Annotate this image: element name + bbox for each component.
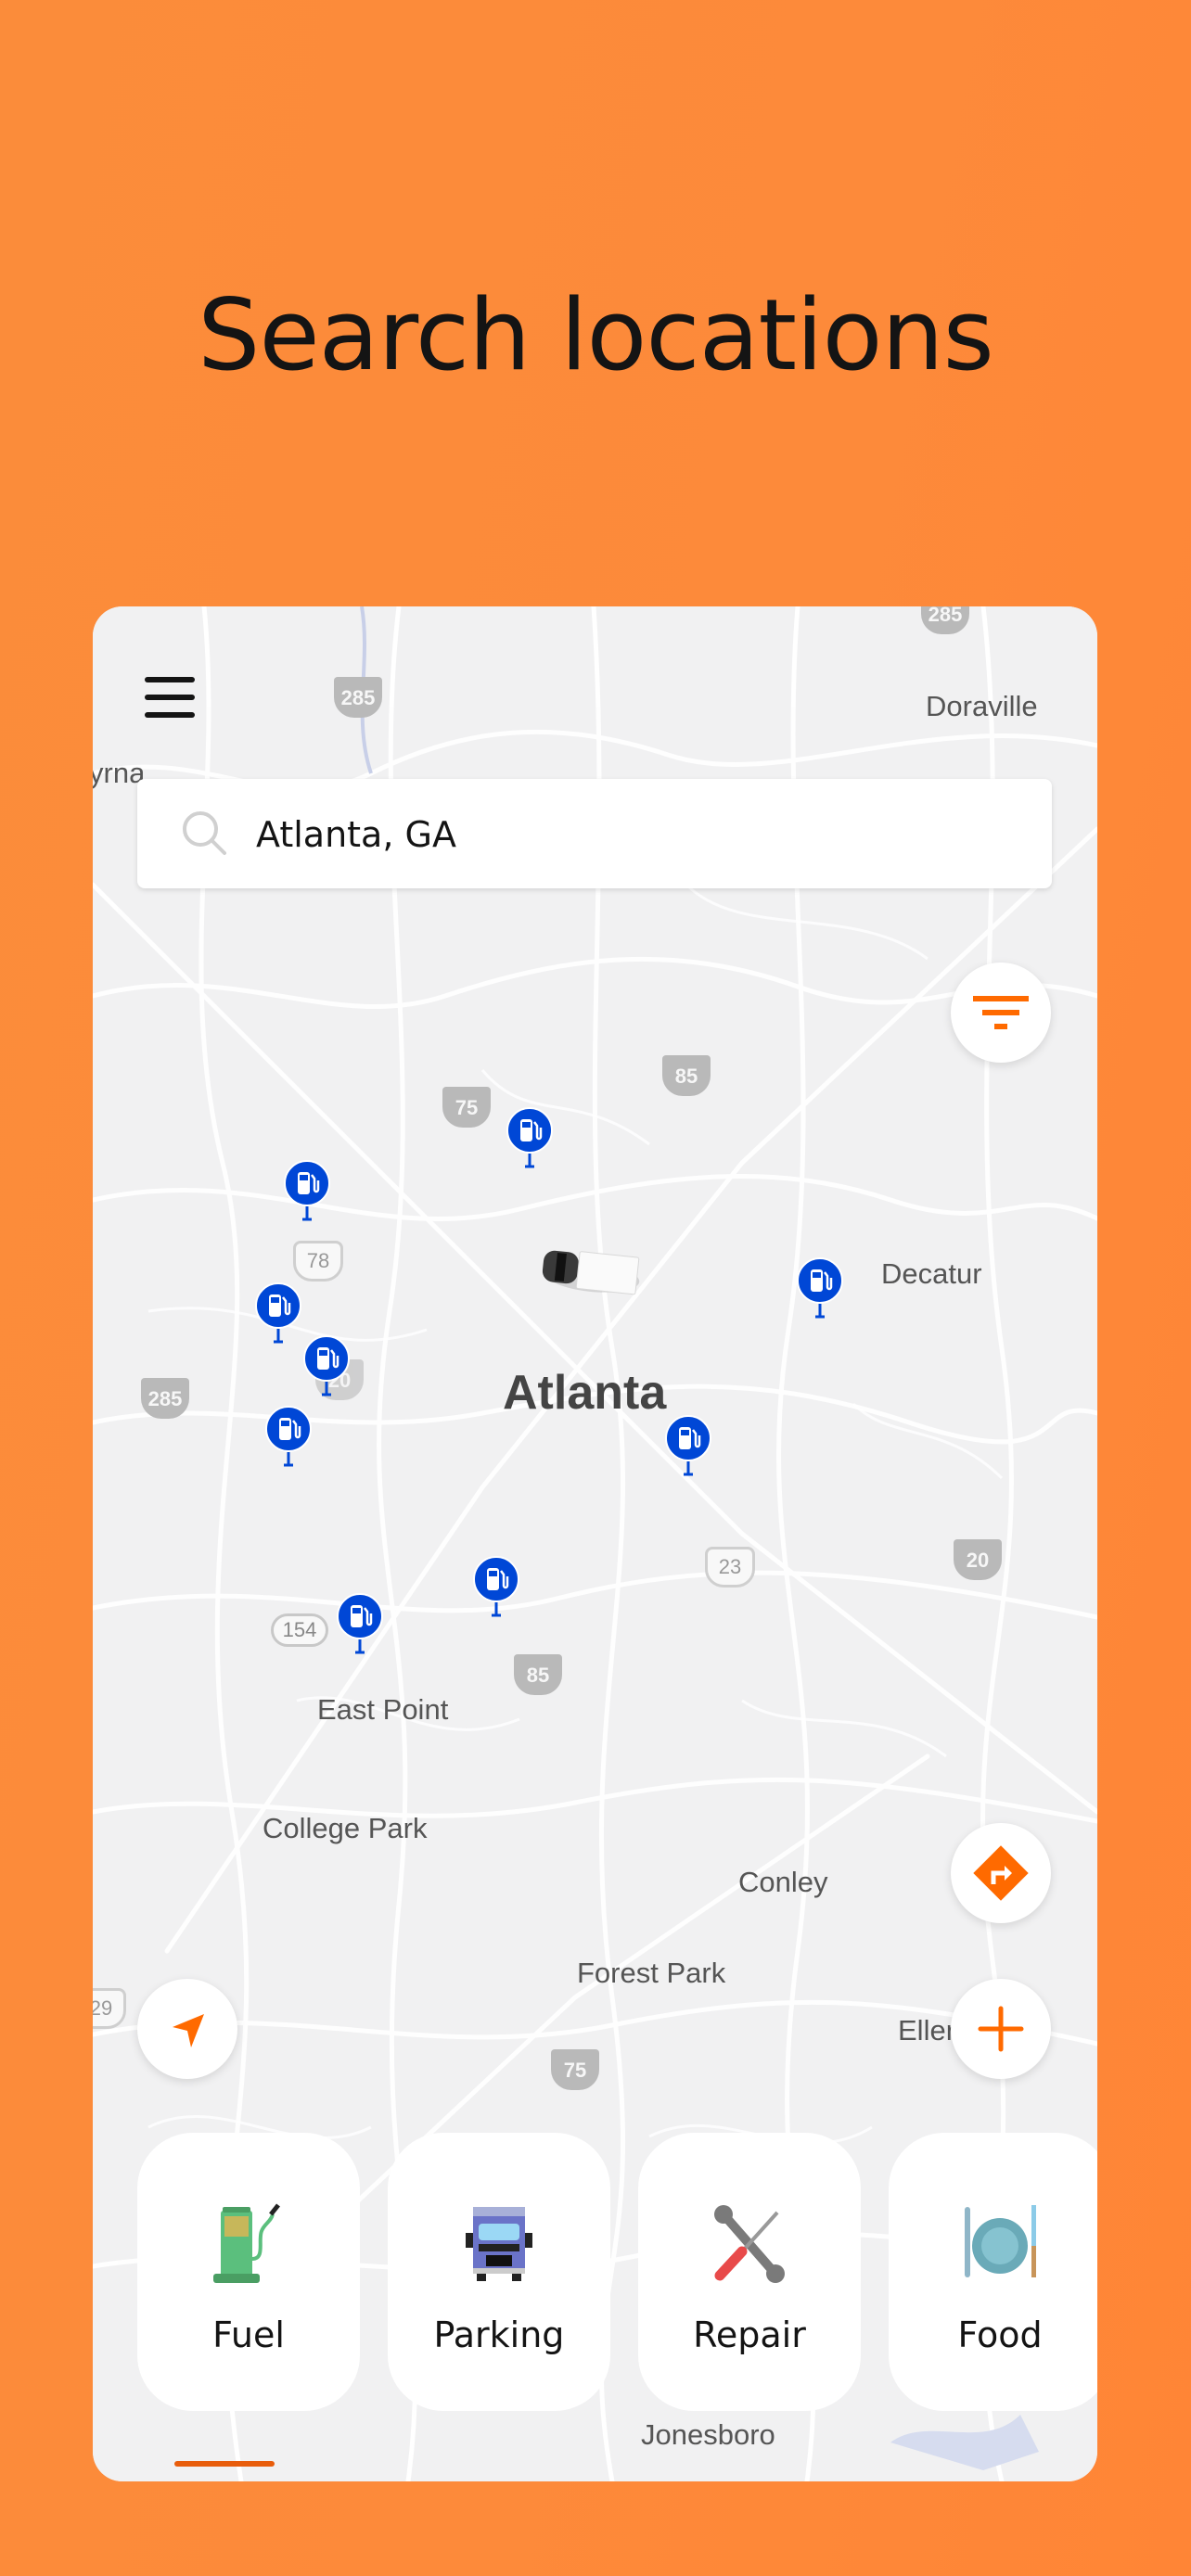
page-headline: Search locations: [198, 278, 994, 392]
map-screen: Doraville yrna Decatur Atlanta East Poin…: [93, 606, 1097, 2481]
filter-icon: [973, 996, 1029, 1029]
category-food[interactable]: Food: [889, 2133, 1097, 2411]
directions-icon: [973, 1845, 1029, 1901]
fuel-station-pin[interactable]: [255, 1282, 301, 1353]
highway-shield: 75: [551, 2049, 599, 2090]
tools-icon: [714, 2205, 785, 2283]
fuel-station-pin[interactable]: [665, 1415, 711, 1486]
highway-shield: 285: [141, 1378, 189, 1419]
fuel-pump-icon: [213, 2203, 280, 2283]
navigation-arrow-icon: [173, 2014, 204, 2047]
fuel-station-pin[interactable]: [506, 1107, 553, 1178]
category-label: Food: [957, 2315, 1043, 2355]
map-label-decatur: Decatur: [881, 1257, 982, 1290]
fuel-station-pin[interactable]: [473, 1556, 519, 1626]
map-label-doraville: Doraville: [926, 690, 1038, 722]
map-label-college-park: College Park: [263, 1812, 428, 1844]
fuel-station-pin[interactable]: [265, 1406, 312, 1476]
plate-icon: [965, 2205, 1036, 2277]
search-bar[interactable]: [137, 779, 1052, 890]
truck-icon: [466, 2207, 532, 2281]
search-input[interactable]: [254, 779, 1018, 890]
category-carousel[interactable]: Fuel Parking Repair Food: [137, 2133, 1097, 2411]
highway-shield: 20: [954, 1539, 1002, 1580]
highway-shield: 285: [334, 677, 382, 718]
category-fuel[interactable]: Fuel: [137, 2133, 360, 2411]
plus-icon: [978, 2006, 1024, 2052]
category-label: Fuel: [212, 2315, 285, 2355]
category-label: Repair: [693, 2315, 806, 2355]
active-category-indicator: [174, 2461, 275, 2467]
directions-button[interactable]: [951, 1823, 1051, 1923]
search-icon: [183, 811, 226, 855]
add-button[interactable]: [951, 1979, 1051, 2079]
category-parking[interactable]: Parking: [388, 2133, 610, 2411]
map-label-east-point: East Point: [317, 1693, 449, 1726]
highway-shield: 23: [705, 1547, 755, 1588]
map-label-conley: Conley: [738, 1866, 828, 1898]
fuel-station-pin[interactable]: [337, 1593, 383, 1664]
highway-shield: 85: [514, 1654, 562, 1695]
fuel-station-pin[interactable]: [797, 1257, 843, 1328]
map-label-forest-park: Forest Park: [577, 1957, 726, 1989]
locate-me-button[interactable]: [137, 1979, 237, 2079]
highway-shield: 29: [93, 1988, 126, 2029]
hamburger-menu-icon[interactable]: [145, 677, 197, 718]
map-label-jonesboro: Jonesboro: [641, 2418, 775, 2451]
highway-shield: 154: [271, 1613, 328, 1647]
fuel-station-pin[interactable]: [284, 1160, 330, 1231]
category-label: Parking: [433, 2315, 565, 2355]
highway-shield: 85: [662, 1055, 711, 1096]
category-repair[interactable]: Repair: [638, 2133, 861, 2411]
fuel-station-pin[interactable]: [303, 1335, 350, 1406]
highway-shield: 75: [442, 1087, 491, 1128]
filter-button[interactable]: [951, 963, 1051, 1063]
highway-shield: 78: [293, 1241, 343, 1282]
map-label-atlanta: Atlanta: [503, 1366, 667, 1420]
